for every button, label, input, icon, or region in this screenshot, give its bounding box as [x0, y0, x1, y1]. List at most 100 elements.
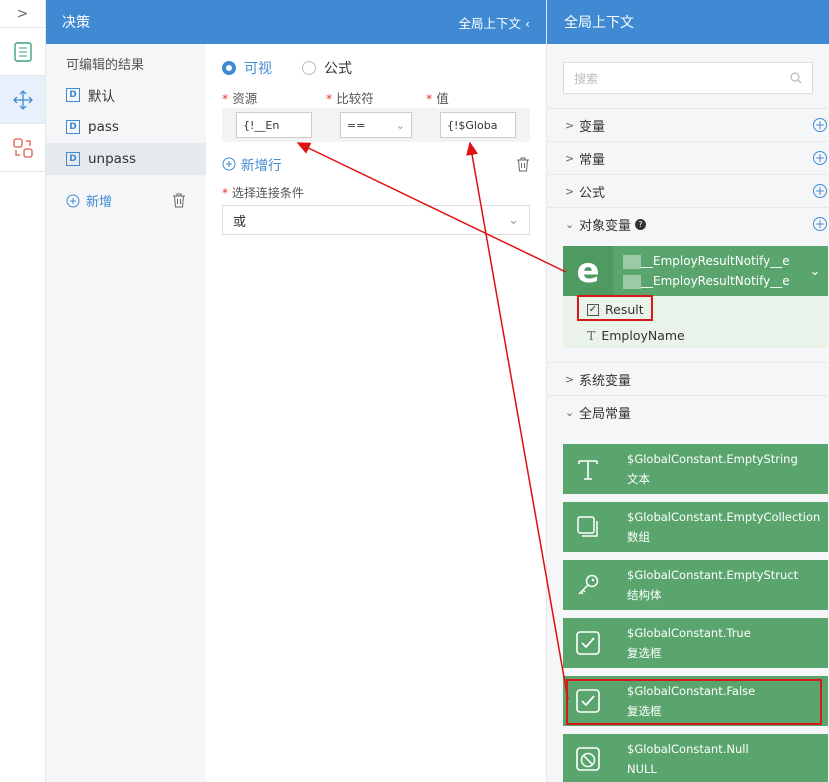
constant-empty-struct[interactable]: $GlobalConstant.EmptyStruct 结构体: [563, 560, 828, 610]
result-item-default[interactable]: D 默认: [46, 79, 206, 111]
decision-badge-icon: D: [66, 120, 80, 134]
add-circle-icon[interactable]: +: [813, 151, 827, 165]
section-constants[interactable]: > 常量 +: [547, 141, 829, 174]
chevron-right-icon: >: [565, 372, 575, 386]
decision-title: 决策: [62, 15, 90, 31]
search-input[interactable]: 搜索: [563, 62, 813, 94]
result-label: pass: [88, 119, 119, 135]
add-circle-icon[interactable]: +: [813, 118, 827, 132]
move-arrows-icon[interactable]: [0, 76, 45, 124]
radio-checked-icon: [222, 61, 236, 75]
result-item-unpass[interactable]: Dunpass: [46, 143, 206, 175]
condition-form: 可视 公式 * 资源 * 比较符 * 值 {!__En == ⌄ {!$Globa 新增…: [206, 44, 546, 782]
decision-header: 决策 全局上下文 ‹: [46, 0, 546, 44]
field-employname[interactable]: T EmployName: [587, 328, 685, 343]
constant-type: 数组: [627, 530, 650, 544]
result-label: 默认: [88, 89, 115, 105]
plus-circle-icon: [222, 157, 236, 171]
chevron-down-icon: ⌄: [395, 118, 405, 132]
decision-badge-icon: D: [66, 88, 80, 102]
constant-empty-string[interactable]: $GlobalConstant.EmptyString 文本: [563, 444, 828, 494]
radio-unchecked-icon: [302, 61, 316, 75]
plus-circle-icon: [66, 194, 80, 207]
condition-label: * 选择连接条件: [222, 186, 304, 200]
constant-type: 复选框: [627, 646, 662, 660]
chevron-right-icon: >: [565, 184, 575, 198]
chevron-left-icon: ‹: [525, 15, 530, 31]
mode-visual-label: 可视: [244, 61, 272, 77]
highlight-box-false: [566, 679, 822, 725]
constant-type: 文本: [627, 472, 650, 486]
highlight-box-result: [577, 295, 653, 321]
object-variable-card[interactable]: e __EmployResultNotify__e __EmployResult…: [563, 246, 828, 296]
section-global-constants[interactable]: ⌄ 全局常量: [547, 395, 829, 428]
add-circle-icon[interactable]: +: [813, 184, 827, 198]
swap-flow-icon[interactable]: [0, 124, 45, 172]
global-context-toggle-label: 全局上下文: [458, 15, 522, 31]
constant-type: 结构体: [627, 588, 662, 602]
trash-icon[interactable]: [172, 193, 186, 208]
result-label: unpass: [88, 151, 137, 167]
text-T-icon: T: [587, 328, 596, 343]
search-icon: [790, 72, 802, 84]
left-icon-rail: >: [0, 0, 46, 782]
null-icon: [563, 734, 613, 782]
chevron-down-icon[interactable]: ⌄: [802, 264, 828, 279]
new-row-bar: 新增行: [206, 142, 546, 178]
result-item-pass[interactable]: Dpass: [46, 111, 206, 143]
add-circle-icon[interactable]: +: [813, 217, 827, 231]
object-fields: ✓ Result T EmployName: [563, 295, 828, 348]
constant-type: NULL: [627, 762, 657, 776]
results-list: 可编辑的结果 D 默认 Dpass Dunpass 新增: [46, 44, 206, 782]
value-input[interactable]: {!$Globa: [440, 112, 516, 138]
operator-select[interactable]: == ⌄: [340, 112, 412, 138]
constant-true[interactable]: $GlobalConstant.True 复选框: [563, 618, 828, 668]
decision-badge-icon: D: [66, 152, 80, 166]
constant-name: $GlobalConstant.Null: [627, 742, 749, 756]
constant-empty-collection[interactable]: $GlobalConstant.EmptyCollection 数组: [563, 502, 828, 552]
list-doc-icon[interactable]: [0, 28, 45, 76]
object-type-icon: e: [563, 246, 613, 296]
collection-icon: [563, 502, 613, 552]
new-row-button[interactable]: 新增行: [241, 154, 282, 174]
col-operator-header: * 比较符: [326, 90, 374, 106]
col-resource-header: * 资源: [222, 90, 258, 106]
condition-row: {!__En == ⌄ {!$Globa: [222, 108, 530, 142]
chevron-down-icon: ⌄: [565, 405, 575, 419]
redacted-block: [623, 274, 641, 289]
trash-icon[interactable]: [516, 157, 530, 172]
text-T-icon: [563, 444, 613, 494]
help-icon[interactable]: ?: [635, 218, 647, 230]
chevron-right-icon: >: [565, 151, 575, 165]
global-context-toggle[interactable]: 全局上下文 ‹: [459, 13, 531, 32]
constant-null[interactable]: $GlobalConstant.Null NULL: [563, 734, 828, 782]
constant-name: $GlobalConstant.EmptyStruct: [627, 568, 799, 582]
condition-select[interactable]: 或 ⌄: [222, 205, 530, 235]
object-name-line1: __EmployResultNotify__e: [641, 254, 790, 268]
chevron-right-icon: >: [565, 118, 575, 132]
section-system-variables[interactable]: > 系统变量: [547, 362, 829, 395]
object-name-line2: __EmployResultNotify__e: [641, 274, 790, 288]
constant-name: $GlobalConstant.True: [627, 626, 751, 640]
mode-visual-radio[interactable]: 可视: [222, 58, 272, 78]
checkbox-icon: [563, 618, 613, 668]
resource-input[interactable]: {!__En: [236, 112, 312, 138]
section-object-variables[interactable]: ⌄ 对象变量? +: [547, 207, 829, 240]
global-context-title: 全局上下文: [547, 0, 829, 44]
add-result-button[interactable]: 新增: [86, 191, 112, 210]
mode-formula-label: 公式: [324, 61, 352, 77]
expand-chevron-icon[interactable]: >: [0, 0, 45, 28]
constant-name: $GlobalConstant.EmptyCollection: [627, 510, 821, 524]
section-variables[interactable]: > 变量 +: [547, 108, 829, 141]
results-caption: 可编辑的结果: [66, 58, 145, 73]
chevron-down-icon: ⌄: [565, 217, 575, 231]
section-formulas[interactable]: > 公式 +: [547, 174, 829, 207]
constant-name: $GlobalConstant.EmptyString: [627, 452, 798, 466]
global-context-panel: 全局上下文 搜索 > 变量 + > 常量 + > 公式 + ⌄ 对象变量? + e __Empl…: [546, 0, 829, 782]
redacted-block: [623, 254, 641, 269]
search-placeholder: 搜索: [574, 71, 599, 86]
chevron-down-icon: ⌄: [508, 212, 519, 228]
mode-formula-radio[interactable]: 公式: [302, 58, 352, 78]
key-icon: [563, 560, 613, 610]
col-value-header: * 值: [426, 90, 449, 106]
